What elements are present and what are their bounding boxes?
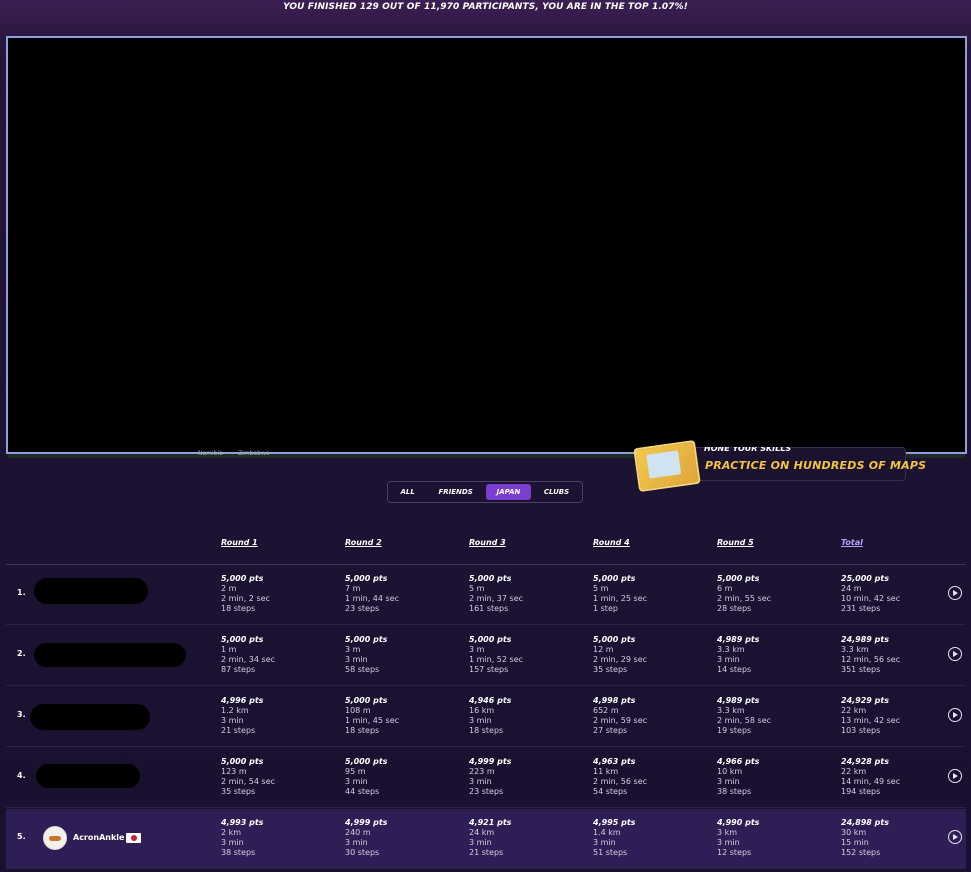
round-4-cell: 4,963 pts 11 km 2 min, 56 sec 54 steps <box>593 757 648 796</box>
round-1-cell: 5,000 pts 2 m2 min, 2 sec 18 steps <box>221 574 270 613</box>
round-2-cell: 5,000 pts 95 m3 min 44 steps <box>345 757 388 796</box>
total-cell: 24,989 pts 3.3 km 12 min, 56 sec 351 steps <box>841 635 901 674</box>
round-1-cell: 4,993 pts 2 km 3 min 38 steps <box>221 818 264 857</box>
total-cell: 25,000 pts 24 m 10 min, 42 sec 231 steps <box>841 574 901 613</box>
round-4-cell: 4,995 pts 1.4 km 3 min 51 steps <box>593 818 636 857</box>
round-5-cell: 4,990 pts 3 km 3 min 12 steps <box>717 818 760 857</box>
leaderboard-header: Round 1 Round 2 Round 3 Round 4 Round 5 … <box>0 538 971 552</box>
map-stack-icon <box>633 439 701 493</box>
round-2-cell: 5,000 pts 7 m1 min, 44 sec 23 steps <box>345 574 400 613</box>
rank: 1. <box>17 588 26 597</box>
tab-clubs[interactable]: CLUBS <box>533 484 580 500</box>
promo-top-text: HONE YOUR SKILLS <box>704 447 792 453</box>
col-total[interactable]: Total <box>841 538 863 547</box>
total-cell: 24,898 pts 30 km 15 min 152 steps <box>841 818 889 857</box>
map-view[interactable] <box>6 36 967 454</box>
round-2-cell: 4,999 pts 240 m3 min 30 steps <box>345 818 388 857</box>
round-3-cell: 4,921 pts 24 km 3 min 21 steps <box>469 818 512 857</box>
total-cell: 24,928 pts 22 km 14 min, 49 sec 194 steps <box>841 757 901 796</box>
round-4-cell: 5,000 pts 12 m2 min, 29 sec 35 steps <box>593 635 648 674</box>
total-cell: 24,929 pts 22 km 13 min, 42 sec 103 steps <box>841 696 901 735</box>
col-round-1[interactable]: Round 1 <box>221 538 258 547</box>
col-round-5[interactable]: Round 5 <box>717 538 754 547</box>
round-3-cell: 5,000 pts 3 m1 min, 52 sec 157 steps <box>469 635 524 674</box>
col-round-4[interactable]: Round 4 <box>593 538 630 547</box>
player-name[interactable]: AcronAnkle <box>73 833 124 842</box>
map-label: Namibia <box>198 450 223 457</box>
promo-text[interactable]: PRACTICE ON HUNDREDS OF MAPS <box>705 459 926 472</box>
tab-all[interactable]: ALL <box>390 484 425 500</box>
replay-icon[interactable] <box>948 586 962 600</box>
round-2-cell: 5,000 pts 3 m3 min 58 steps <box>345 635 388 674</box>
round-1-cell: 5,000 pts 1 m2 min, 34 sec 87 steps <box>221 635 276 674</box>
leaderboard-row-current-player[interactable]: 5. AcronAnkle 4,993 pts 2 km 3 min 38 steps… <box>6 809 966 869</box>
round-1-cell: 5,000 pts 123 m2 min, 54 sec 35 steps <box>221 757 276 796</box>
redacted-player <box>30 704 150 730</box>
round-2-cell: 5,000 pts 108 m1 min, 45 sec 18 steps <box>345 696 400 735</box>
tab-japan[interactable]: JAPAN <box>486 484 532 500</box>
redacted-player <box>36 764 140 788</box>
replay-icon[interactable] <box>948 830 962 844</box>
round-5-cell: 4,989 pts 3.3 km 2 min, 58 sec 19 steps <box>717 696 772 735</box>
leaderboard-row[interactable]: 4. 5,000 pts 123 m2 min, 54 sec 35 steps 5… <box>6 748 966 808</box>
leaderboard-row[interactable]: 1. 5,000 pts 2 m2 min, 2 sec 18 steps 5,00… <box>6 565 966 625</box>
rank: 3. <box>17 710 26 719</box>
round-5-cell: 5,000 pts 6 m2 min, 55 sec 28 steps <box>717 574 772 613</box>
map-label: Zimbabwe <box>238 450 270 457</box>
tab-friends[interactable]: FRIENDS <box>427 484 484 500</box>
leaderboard-filter-tabs: ALL FRIENDS JAPAN CLUBS <box>387 481 583 503</box>
round-3-cell: 5,000 pts 5 m2 min, 37 sec 161 steps <box>469 574 524 613</box>
col-round-2[interactable]: Round 2 <box>345 538 382 547</box>
rank: 2. <box>17 649 26 658</box>
rank: 4. <box>17 771 26 780</box>
round-4-cell: 4,998 pts 652 m2 min, 59 sec 27 steps <box>593 696 648 735</box>
round-5-cell: 4,989 pts 3.3 km 3 min 14 steps <box>717 635 760 674</box>
redacted-player <box>34 643 186 667</box>
round-4-cell: 5,000 pts 5 m1 min, 25 sec 1 step <box>593 574 648 613</box>
round-3-cell: 4,999 pts 223 m3 min 23 steps <box>469 757 512 796</box>
round-3-cell: 4,946 pts 16 km 3 min 18 steps <box>469 696 512 735</box>
leaderboard-row[interactable]: 2. 5,000 pts 1 m2 min, 34 sec 87 steps 5,0… <box>6 626 966 686</box>
redacted-player <box>34 578 148 604</box>
japan-flag-icon <box>126 833 141 843</box>
leaderboard-row[interactable]: 3. 4,996 pts 1.2 km 3 min 21 steps 5,000 pt… <box>6 687 966 747</box>
round-5-cell: 4,966 pts 10 km 3 min 38 steps <box>717 757 760 796</box>
rank: 5. <box>17 832 26 841</box>
col-round-3[interactable]: Round 3 <box>469 538 506 547</box>
replay-icon[interactable] <box>948 647 962 661</box>
round-1-cell: 4,996 pts 1.2 km 3 min 21 steps <box>221 696 264 735</box>
replay-icon[interactable] <box>948 769 962 783</box>
replay-icon[interactable] <box>948 708 962 722</box>
result-banner: YOU FINISHED 129 OUT OF 11,970 PARTICIPA… <box>283 2 688 12</box>
avatar[interactable] <box>43 826 67 850</box>
